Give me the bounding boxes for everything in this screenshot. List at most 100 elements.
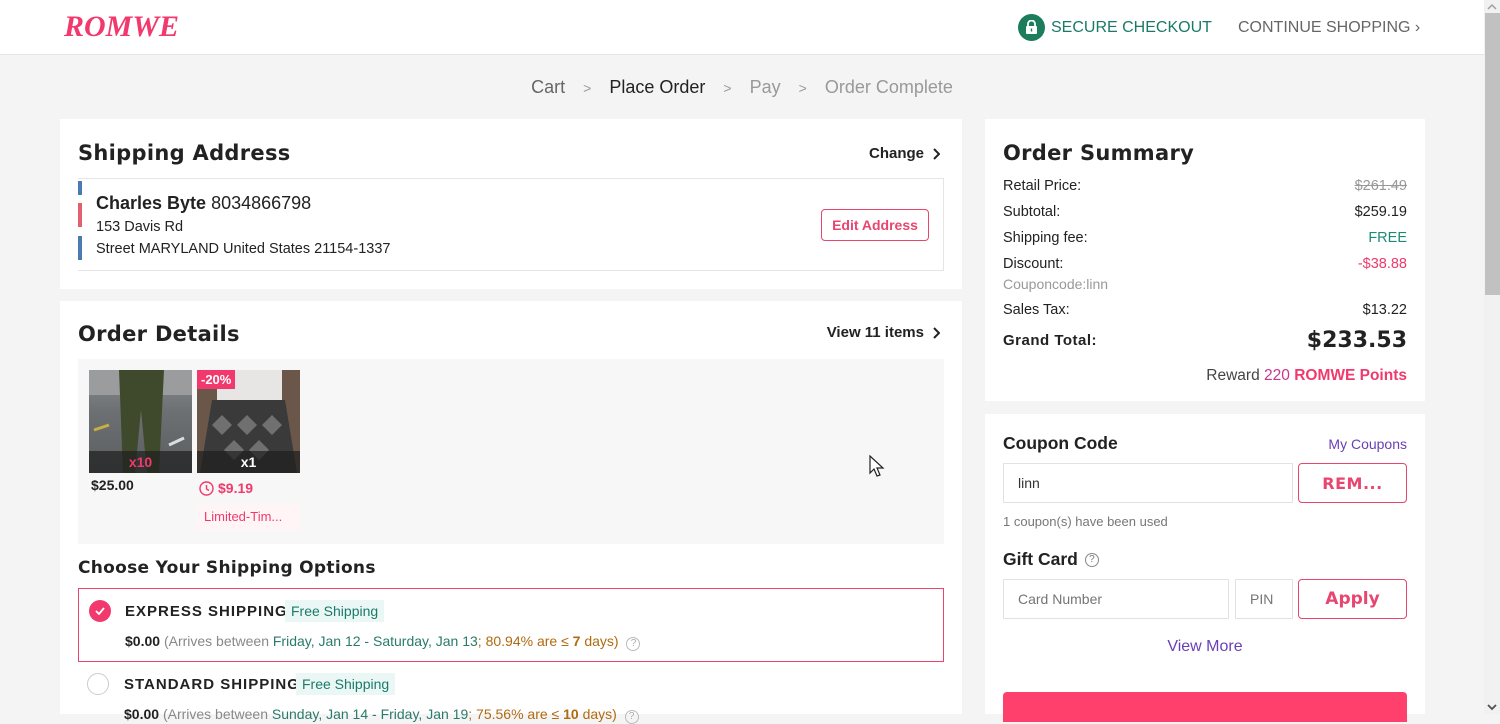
change-address-link[interactable]: Change [869,145,940,162]
coupon-giftcard-card: Coupon Code My Coupons linn REM... 1 cou… [985,414,1425,722]
shipping-fee-value: FREE [1368,230,1407,246]
shipping-price: $0.00 [125,633,161,649]
shipping-price: $0.00 [124,706,160,722]
place-order-button[interactable] [1003,692,1407,722]
limited-time-tag: Limited-Tim... [197,504,300,530]
scroll-down-icon[interactable] [1487,704,1497,711]
check-icon [95,607,105,615]
discount-badge: -20% [197,370,236,389]
lock-icon [1018,14,1045,41]
item-quantity: x10 [89,451,192,473]
shipping-option-standard[interactable]: STANDARD SHIPPING Free Shipping $0.00 (A… [78,662,944,724]
checkout-breadcrumb: Cart > Place Order > Pay > Order Complet… [0,77,1484,98]
arrival-dates: Sunday, Jan 14 - Friday, Jan 19 [271,706,469,722]
view-items-label: View 11 items [826,324,924,341]
free-shipping-tag: Free Shipping [296,673,396,695]
delivery-days: 10 [563,706,579,722]
shipping-option-express[interactable]: EXPRESS SHIPPING Free Shipping $0.00 (Ar… [78,588,944,662]
help-icon[interactable]: ? [1084,552,1099,567]
scrollbar-thumb[interactable] [1485,13,1500,295]
item-quantity: x1 [197,451,300,473]
coupon-code-title: Coupon Code [1003,433,1118,453]
scroll-up-icon[interactable] [1487,3,1497,10]
secure-checkout: SECURE CHECKOUT [1018,14,1212,41]
top-header: ROMWE SECURE CHECKOUT CONTINUE SHOPPING … [0,0,1484,55]
continue-shopping-link[interactable]: CONTINUE SHOPPING › [1238,19,1420,37]
free-shipping-tag: Free Shipping [285,600,385,622]
gift-card-title: Gift Card [1003,549,1078,569]
recipient-line: Charles Byte 8034866798 [96,193,311,214]
recipient-name: Charles Byte [96,193,207,213]
breadcrumb-separator: > [723,80,732,96]
subtotal-label: Subtotal: [1003,204,1061,220]
order-details-title: Order Details [78,322,240,346]
order-summary-card: Order Summary Retail Price: $261.49 Subt… [985,119,1425,401]
shipping-options-title: Choose Your Shipping Options [78,558,376,578]
gift-card-pin-input[interactable] [1235,579,1293,619]
product-thumbnail[interactable]: x10 [89,370,192,473]
recipient-phone: 8034866798 [211,193,312,213]
address-line-2: Street MARYLAND United States 21154-1337 [96,241,391,257]
summary-row-subtotal: Subtotal: $259.19 [1003,204,1407,220]
chevron-right-icon [933,326,940,339]
delivery-stat-suffix: days) [580,633,619,649]
breadcrumb-cart[interactable]: Cart [531,77,565,97]
romwe-logo[interactable]: ROMWE [64,10,179,44]
reward-prefix: Reward [1206,367,1264,384]
radio-selected[interactable] [89,600,111,622]
view-items-link[interactable]: View 11 items [827,324,940,341]
breadcrumb-pay: Pay [749,77,781,97]
sales-tax-label: Sales Tax: [1003,302,1070,318]
breadcrumb-separator: > [583,80,592,96]
coupon-used-note: 1 coupon(s) have been used [1003,514,1168,529]
shipping-method-name: EXPRESS SHIPPING [125,603,288,620]
coupon-code-input[interactable]: linn [1003,463,1293,503]
arrival-dates: Friday, Jan 12 - Saturday, Jan 13 [272,633,478,649]
item-price-row: $9.19 [199,480,253,496]
delivery-stat-suffix: days) [578,706,617,722]
mouse-cursor-icon [869,455,885,477]
change-label: Change [868,145,924,162]
secure-checkout-label: SECURE CHECKOUT [1051,18,1212,36]
breadcrumb-separator: > [798,80,807,96]
delivery-stat: ; 75.56% are ≤ [468,706,564,722]
help-icon[interactable]: ? [624,710,639,724]
help-icon[interactable]: ? [626,637,641,651]
summary-row-retail: Retail Price: $261.49 [1003,178,1407,194]
delivery-stat: ; 80.94% are ≤ [477,633,573,649]
summary-row-shipping: Shipping fee: FREE [1003,230,1407,246]
edit-address-button[interactable]: Edit Address [821,209,929,241]
apply-gift-card-button[interactable]: Apply [1298,579,1407,619]
gift-card-number-input[interactable] [1003,579,1229,619]
item-price: $9.19 [218,480,254,496]
order-items-list: x10 $25.00 -20% x1 $9.19 Limited-Tim... [78,359,944,544]
product-thumbnail[interactable]: -20% x1 [197,370,300,473]
reward-points-value: 220 [1264,367,1290,384]
shipping-method-name: STANDARD SHIPPING [124,676,300,693]
my-coupons-link[interactable]: My Coupons [1328,436,1407,452]
subtotal-value: $259.19 [1354,204,1407,220]
address-line-1: 153 Davis Rd [96,219,184,235]
arrives-prefix: (Arrives between [162,706,272,722]
shipping-address-card: Shipping Address Change Charles Byte 803… [60,119,962,289]
summary-row-discount: Discount: -$38.88 [1003,256,1407,272]
order-details-card: Order Details View 11 items x10 $25.00 -… [60,301,962,724]
address-box: Charles Byte 8034866798 153 Davis Rd Str… [78,178,944,271]
summary-row-tax: Sales Tax: $13.22 [1003,302,1407,318]
gift-card-header: Gift Card ? [1003,549,1099,570]
shipping-estimate: $0.00 (Arrives between Friday, Jan 12 - … [125,633,641,651]
item-price: $25.00 [91,477,134,493]
view-more-link[interactable]: View More [985,638,1425,656]
sales-tax-value: $13.22 [1362,302,1407,318]
radio-unselected[interactable] [87,673,109,695]
clock-icon [199,480,214,496]
reward-points: Reward 220 ROMWE Points [1206,367,1407,385]
breadcrumb-order-complete: Order Complete [824,77,953,97]
shipping-address-title: Shipping Address [78,141,291,165]
grand-total-label: Grand Total: [1003,332,1098,349]
summary-row-total: Grand Total: $233.53 [1003,328,1407,353]
envelope-stripe [78,236,82,260]
grand-total-value: $233.53 [1306,328,1407,353]
remove-coupon-button[interactable]: REM... [1298,463,1407,503]
breadcrumb-place-order: Place Order [609,77,706,97]
